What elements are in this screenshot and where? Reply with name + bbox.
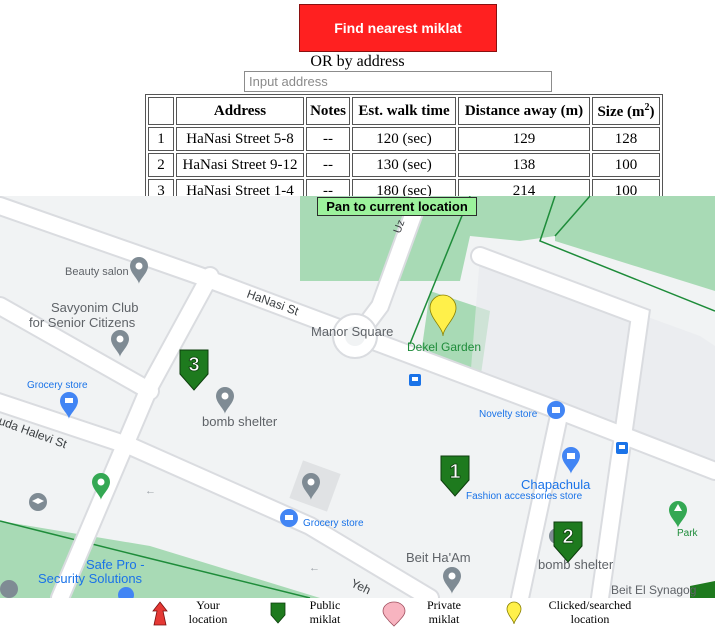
find-nearest-miklat-button[interactable]: Find nearest miklat bbox=[299, 4, 497, 52]
cell-address: HaNasi Street 5-8 bbox=[176, 127, 304, 151]
beit-el-synagogue-label: Beit El Synagog bbox=[611, 583, 696, 597]
your-location-icon bbox=[152, 601, 168, 626]
bus-stop-icon[interactable] bbox=[409, 374, 421, 386]
beauty-salon-label: Beauty salon bbox=[65, 266, 129, 278]
miklat-number: 3 bbox=[188, 354, 199, 376]
arrow-icon: ← bbox=[145, 485, 156, 497]
bomb-shelter-label: bomb shelter bbox=[538, 557, 614, 572]
beit-haam-label: Beit Ha'Am bbox=[406, 550, 471, 565]
grocery-store-label: Grocery store bbox=[27, 380, 88, 391]
novelty-store-label: Novelty store bbox=[479, 409, 538, 420]
cell-distance: 138 bbox=[458, 153, 590, 177]
table-header-row: Address Notes Est. walk time Distance aw… bbox=[148, 97, 660, 125]
results-table: Address Notes Est. walk time Distance aw… bbox=[145, 94, 663, 206]
cell-distance: 129 bbox=[458, 127, 590, 151]
park-label: Park bbox=[677, 528, 699, 539]
savyonim-label-line2: for Senior Citizens bbox=[29, 315, 136, 330]
miklat-number: 2 bbox=[562, 526, 573, 548]
private-miklat-icon bbox=[382, 601, 406, 627]
savyonim-label-line1: Savyonim Club bbox=[51, 300, 138, 315]
dekel-garden-label: Dekel Garden bbox=[407, 340, 481, 354]
header-address: Address bbox=[176, 97, 304, 125]
table-row[interactable]: 2 HaNasi Street 9-12 -- 130 (sec) 138 10… bbox=[148, 153, 660, 177]
header-rank bbox=[148, 97, 174, 125]
bus-stop-icon[interactable] bbox=[616, 442, 628, 454]
clicked-location-icon bbox=[506, 601, 522, 625]
legend-private-miklat: Private miklat bbox=[427, 598, 461, 626]
cell-rank: 1 bbox=[148, 127, 174, 151]
cell-notes: -- bbox=[306, 127, 350, 151]
chapachula-label: Chapachula bbox=[521, 477, 591, 492]
pan-to-current-location-button[interactable]: Pan to current location bbox=[317, 197, 477, 216]
manor-square-label: Manor Square bbox=[311, 324, 393, 339]
address-input[interactable] bbox=[244, 71, 552, 92]
safe-pro-label-line1: Safe Pro - bbox=[86, 557, 145, 572]
legend-clicked-location: Clicked/searched location bbox=[548, 598, 632, 626]
map-view[interactable]: Beauty salon Savyonim Club for Senior Ci… bbox=[0, 196, 715, 598]
arrow-icon: ← bbox=[309, 562, 320, 574]
cell-notes: -- bbox=[306, 153, 350, 177]
cell-size: 100 bbox=[592, 153, 660, 177]
cell-address: HaNasi Street 9-12 bbox=[176, 153, 304, 177]
bomb-shelter-label: bomb shelter bbox=[202, 414, 278, 429]
header-notes: Notes bbox=[306, 97, 350, 125]
header-distance: Distance away (m) bbox=[458, 97, 590, 125]
cell-walk-time: 120 (sec) bbox=[352, 127, 456, 151]
legend-public-miklat: Public miklat bbox=[309, 598, 341, 626]
gray-pin-icon[interactable] bbox=[0, 580, 18, 598]
novelty-store-icon[interactable] bbox=[547, 401, 565, 419]
cell-size: 128 bbox=[592, 127, 660, 151]
school-icon[interactable] bbox=[29, 493, 47, 511]
safe-pro-label-line2: Security Solutions bbox=[38, 571, 143, 586]
map-legend: Your location Public miklat Private miklat … bbox=[0, 598, 715, 633]
table-row[interactable]: 1 HaNasi Street 5-8 -- 120 (sec) 129 128 bbox=[148, 127, 660, 151]
cell-walk-time: 130 (sec) bbox=[352, 153, 456, 177]
grocery-cart-icon[interactable] bbox=[280, 509, 298, 527]
or-by-address-label: OR by address bbox=[310, 53, 405, 70]
header-size: Size (m2) bbox=[592, 97, 660, 125]
header-walk-time: Est. walk time bbox=[352, 97, 456, 125]
miklat-number: 1 bbox=[449, 461, 460, 483]
legend-your-location: Your location bbox=[188, 598, 228, 626]
public-miklat-icon bbox=[270, 602, 286, 624]
fashion-store-label: Fashion accessories store bbox=[466, 491, 583, 502]
cell-rank: 2 bbox=[148, 153, 174, 177]
grocery-store-label: Grocery store bbox=[303, 518, 364, 529]
